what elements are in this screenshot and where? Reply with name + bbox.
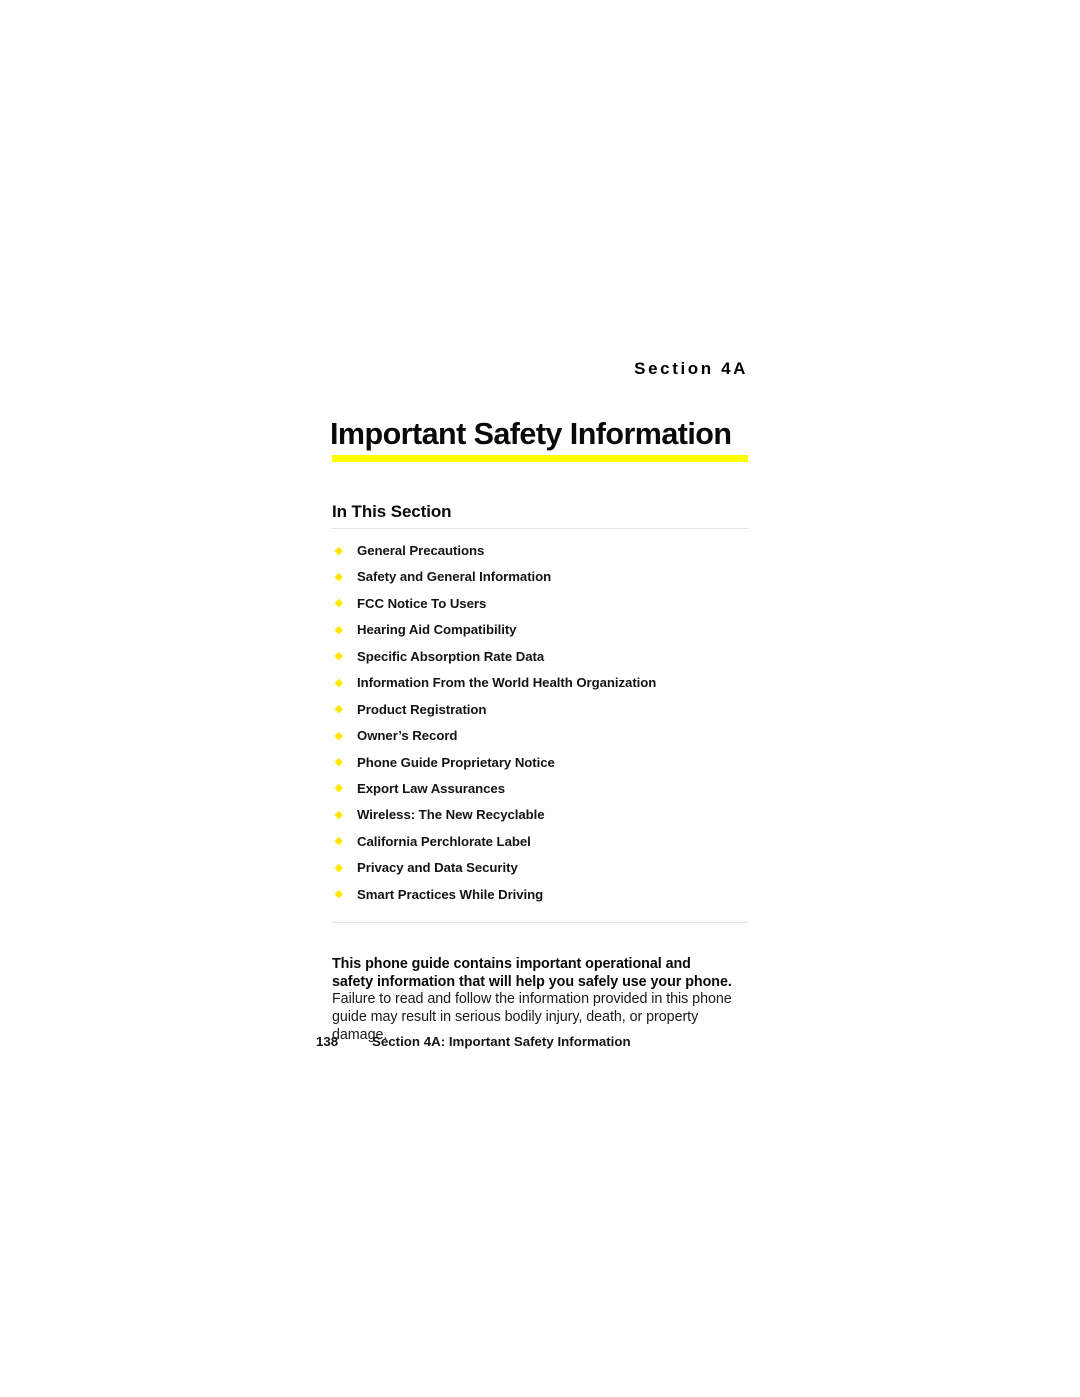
list-item-label: Owner’s Record xyxy=(357,728,458,744)
list-item: Specific Absorption Rate Data xyxy=(332,647,762,673)
in-this-section-heading: In This Section xyxy=(332,502,452,521)
list-item-label: General Precautions xyxy=(357,543,485,558)
list-item: Product Registration xyxy=(332,700,762,726)
lead-paragraph: This phone guide contains important oper… xyxy=(332,956,732,1044)
in-this-section-list: General Precautions Safety and General In… xyxy=(332,541,762,911)
diamond-bullet-icon xyxy=(334,837,343,845)
diamond-bullet-icon xyxy=(334,652,343,660)
diamond-bullet-icon xyxy=(334,731,343,740)
list-item: Export Law Assurances xyxy=(332,779,762,805)
diamond-bullet-icon xyxy=(334,678,343,687)
list-item-label: FCC Notice To Users xyxy=(357,595,487,611)
list-item: FCC Notice To Users xyxy=(332,594,762,620)
list-item: General Precautions xyxy=(332,541,762,567)
diamond-bullet-icon xyxy=(334,625,343,634)
list-item: Smart Practices While Driving xyxy=(332,885,762,911)
footer-page-number: 138 xyxy=(316,1034,339,1049)
list-item: Phone Guide Proprietary Notice xyxy=(332,753,762,779)
list-item-label: Information From the World Health Organi… xyxy=(357,675,657,691)
document-page: Section 4A Important Safety Information … xyxy=(0,0,1080,1397)
list-item: Owner’s Record xyxy=(332,726,762,752)
diamond-bullet-icon xyxy=(334,810,343,819)
section-label: Section 4A xyxy=(634,359,748,378)
diamond-bullet-icon xyxy=(334,863,343,872)
diamond-bullet-icon xyxy=(334,572,343,581)
diamond-bullet-icon xyxy=(334,784,343,793)
diamond-bullet-icon xyxy=(334,704,343,713)
diamond-bullet-icon xyxy=(334,546,343,555)
diamond-bullet-icon xyxy=(334,757,343,766)
lead-paragraph-bold: This phone guide contains important oper… xyxy=(332,956,732,990)
list-item: California Perchlorate Label xyxy=(332,832,762,858)
divider-above-list xyxy=(332,528,748,529)
list-item-label: Specific Absorption Rate Data xyxy=(357,648,545,664)
list-item: Wireless: The New Recyclable xyxy=(332,805,762,831)
page-title: Important Safety Information xyxy=(330,417,732,451)
title-accent-rule xyxy=(332,455,748,462)
list-item-label: Hearing Aid Compatibility xyxy=(357,622,517,638)
list-item: Safety and General Information xyxy=(332,567,762,593)
footer-section-title: Section 4A: Important Safety Information xyxy=(372,1034,631,1049)
list-item-label: Smart Practices While Driving xyxy=(357,886,544,902)
list-item-label: Product Registration xyxy=(357,701,487,717)
list-item: Privacy and Data Security xyxy=(332,858,762,884)
list-item: Hearing Aid Compatibility xyxy=(332,620,762,646)
list-item-label: California Perchlorate Label xyxy=(357,833,531,849)
diamond-bullet-icon xyxy=(334,890,343,898)
list-item-label: Export Law Assurances xyxy=(357,780,505,796)
list-item-label: Wireless: The New Recyclable xyxy=(357,807,545,823)
list-item-label: Phone Guide Proprietary Notice xyxy=(357,754,555,770)
diamond-bullet-icon xyxy=(334,599,343,608)
list-item-label: Safety and General Information xyxy=(357,569,552,585)
list-item: Information From the World Health Organi… xyxy=(332,673,762,699)
list-item-label: Privacy and Data Security xyxy=(357,860,518,876)
page-footer: 138 Section 4A: Important Safety Informat… xyxy=(316,1033,776,1051)
divider-below-list xyxy=(332,922,748,923)
